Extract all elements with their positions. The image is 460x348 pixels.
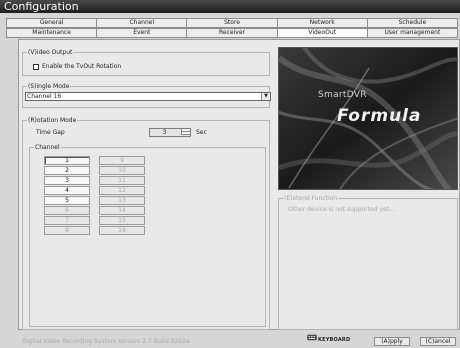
channel-button[interactable]: 3 bbox=[44, 176, 90, 185]
single-mode-value: Channel 16 bbox=[27, 93, 62, 100]
extend-function-message: Other device is not supported yet... bbox=[288, 206, 395, 213]
time-gap-label: Time Gap bbox=[36, 129, 65, 136]
tvout-rotation-checkbox[interactable] bbox=[33, 63, 39, 70]
version-text: Digital Video Recording System Version 2… bbox=[22, 338, 190, 345]
keyboard-label[interactable]: KEYBOARD bbox=[318, 337, 350, 344]
tvout-rotation-option[interactable]: Enable the TvOut Rotation bbox=[33, 63, 121, 70]
channel-button[interactable]: 7 bbox=[44, 216, 90, 225]
channel-legend: Channel bbox=[34, 144, 61, 151]
channel-button[interactable]: 14 bbox=[99, 206, 145, 215]
channel-button[interactable]: 6 bbox=[44, 206, 90, 215]
video-output-legend: (V)ideo Output bbox=[27, 49, 74, 56]
channel-button[interactable]: 8 bbox=[44, 226, 90, 235]
time-gap-unit: Sec bbox=[196, 129, 207, 136]
channel-button[interactable]: 13 bbox=[99, 196, 145, 205]
time-gap-value: 3 bbox=[162, 129, 167, 136]
tab-row-1: General Channel Store Network Schedule bbox=[6, 18, 459, 28]
channel-button[interactable]: 2 bbox=[44, 166, 90, 175]
spin-down-icon[interactable] bbox=[181, 132, 190, 135]
tvout-rotation-label: Enable the TvOut Rotation bbox=[42, 63, 122, 70]
extend-function-group: (E)xtend Function bbox=[278, 195, 458, 330]
channel-button[interactable]: 5 bbox=[44, 196, 90, 205]
keyboard-icon[interactable] bbox=[307, 333, 317, 341]
tab-store[interactable]: Store bbox=[187, 18, 278, 28]
tab-channel[interactable]: Channel bbox=[97, 18, 188, 28]
channel-button[interactable]: 1 bbox=[44, 156, 90, 165]
time-gap-spinner[interactable]: 3 bbox=[149, 128, 191, 137]
tab-receiver[interactable]: Receiver bbox=[187, 28, 278, 38]
channel-button[interactable]: 11 bbox=[99, 176, 145, 185]
tab-network[interactable]: Network bbox=[277, 18, 368, 28]
tab-event[interactable]: Event bbox=[97, 28, 188, 38]
channel-button[interactable]: 4 bbox=[44, 186, 90, 195]
tab-user-management[interactable]: User management bbox=[367, 28, 459, 38]
channel-button[interactable]: 12 bbox=[99, 186, 145, 195]
single-mode-legend: (S)ingle Mode bbox=[27, 83, 71, 90]
tab-row-2: Maintenance Event Receiver VideoOut User… bbox=[6, 28, 459, 38]
tab-maintenance[interactable]: Maintenance bbox=[6, 28, 98, 38]
channel-button[interactable]: 16 bbox=[99, 226, 145, 235]
tab-schedule[interactable]: Schedule bbox=[367, 18, 459, 28]
single-mode-select[interactable]: Channel 16 ▼ bbox=[25, 92, 271, 101]
logo-brand-text: SmartDVR bbox=[318, 90, 367, 100]
title-bar: Configuration bbox=[0, 0, 460, 13]
logo-product-text: Formula bbox=[337, 106, 422, 126]
tab-general[interactable]: General bbox=[6, 18, 98, 28]
cancel-button[interactable]: (C)ancel bbox=[420, 337, 456, 346]
window-title: Configuration bbox=[4, 0, 79, 13]
rotation-mode-legend: (R)otation Mode bbox=[27, 117, 78, 124]
extend-function-legend: (E)xtend Function bbox=[283, 195, 339, 202]
channel-button[interactable]: 15 bbox=[99, 216, 145, 225]
tab-videoout[interactable]: VideoOut bbox=[277, 28, 368, 38]
channel-button[interactable]: 10 bbox=[99, 166, 145, 175]
dropdown-arrow-icon[interactable]: ▼ bbox=[261, 93, 270, 100]
apply-button[interactable]: (A)pply bbox=[374, 337, 410, 346]
channel-button[interactable]: 9 bbox=[99, 156, 145, 165]
